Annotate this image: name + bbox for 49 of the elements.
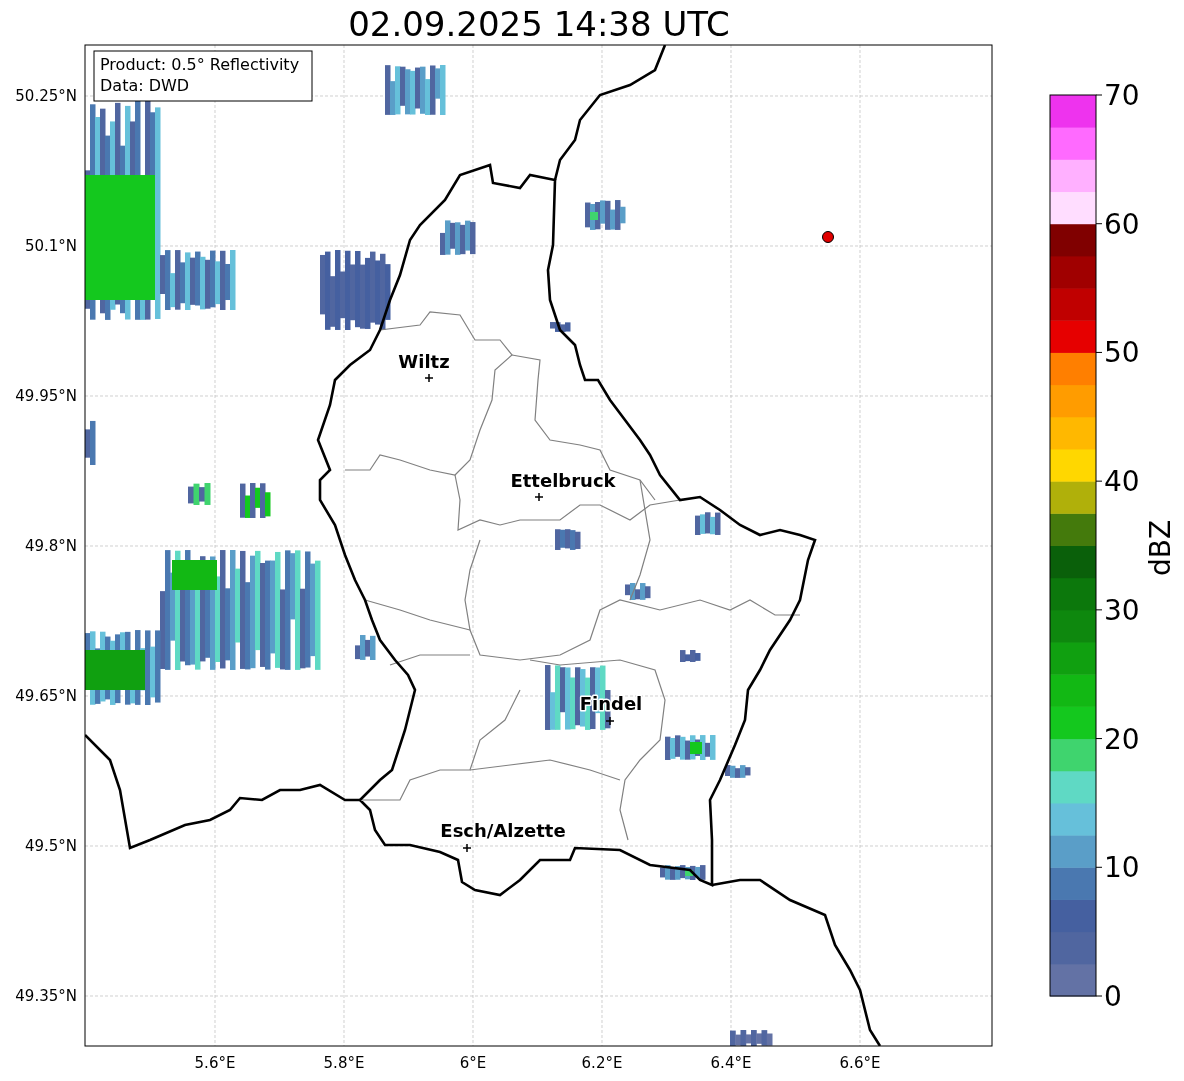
longitude-label: 6.4°E <box>710 1054 752 1072</box>
radar-echo <box>585 200 626 230</box>
scale-tick-label: 40 <box>1104 465 1140 499</box>
radar-echo <box>730 1030 773 1046</box>
info-text: Product: 0.5° Reflectivity <box>100 55 300 74</box>
longitude-label: 6.2°E <box>581 1054 623 1072</box>
scale-tick-label: 20 <box>1104 722 1140 756</box>
scale-tick-label: 0 <box>1104 980 1122 1013</box>
city-label: Wiltz <box>398 351 450 372</box>
city-label: Ettelbruck <box>510 470 616 491</box>
radar-echo <box>85 420 96 465</box>
scale-label: dBZ <box>1144 519 1177 577</box>
radar-echo <box>555 529 581 550</box>
latitude-label: 49.95°N <box>15 387 77 405</box>
radar-echo <box>695 512 721 535</box>
radar-echo <box>355 635 376 660</box>
radar-echo <box>188 483 211 505</box>
city-label: Esch/Alzette <box>440 820 566 841</box>
latitude-label: 49.8°N <box>24 537 77 555</box>
longitude-label: 5.6°E <box>194 1054 236 1072</box>
radar-echo <box>550 322 571 332</box>
info-text: Data: DWD <box>100 76 190 95</box>
radar-echo <box>385 65 446 115</box>
scale-tick-label: 60 <box>1104 207 1140 241</box>
radar-echo <box>240 483 271 518</box>
chart-title: 02.09.2025 14:38 UTC <box>348 4 730 44</box>
city-marker-icon <box>605 716 615 726</box>
radar-echo <box>440 220 476 255</box>
radar-echo <box>625 583 651 600</box>
latitude-label: 50.1°N <box>24 237 77 255</box>
city-marker-icon <box>424 373 434 383</box>
longitude-label: 6.6°E <box>839 1054 881 1072</box>
city-marker-icon <box>534 492 544 502</box>
radar-echo <box>665 735 716 760</box>
latitude-label: 50.25°N <box>15 87 77 105</box>
scale-tick-label: 10 <box>1104 851 1140 885</box>
latitude-label: 49.65°N <box>15 687 77 705</box>
longitude-label: 6°E <box>459 1054 487 1072</box>
radar-echo <box>680 650 701 662</box>
radar-echo <box>660 865 706 880</box>
scale-tick-label: 70 <box>1104 79 1140 112</box>
latitude-label: 49.35°N <box>15 987 77 1005</box>
scale-tick-label: 30 <box>1104 593 1140 627</box>
radar-site-marker <box>822 231 834 243</box>
scale-tick-label: 50 <box>1104 336 1140 370</box>
latitude-label: 49.5°N <box>24 837 77 855</box>
longitude-label: 5.8°E <box>323 1054 365 1072</box>
radar-echo <box>725 765 751 778</box>
city-marker-icon <box>462 843 472 853</box>
